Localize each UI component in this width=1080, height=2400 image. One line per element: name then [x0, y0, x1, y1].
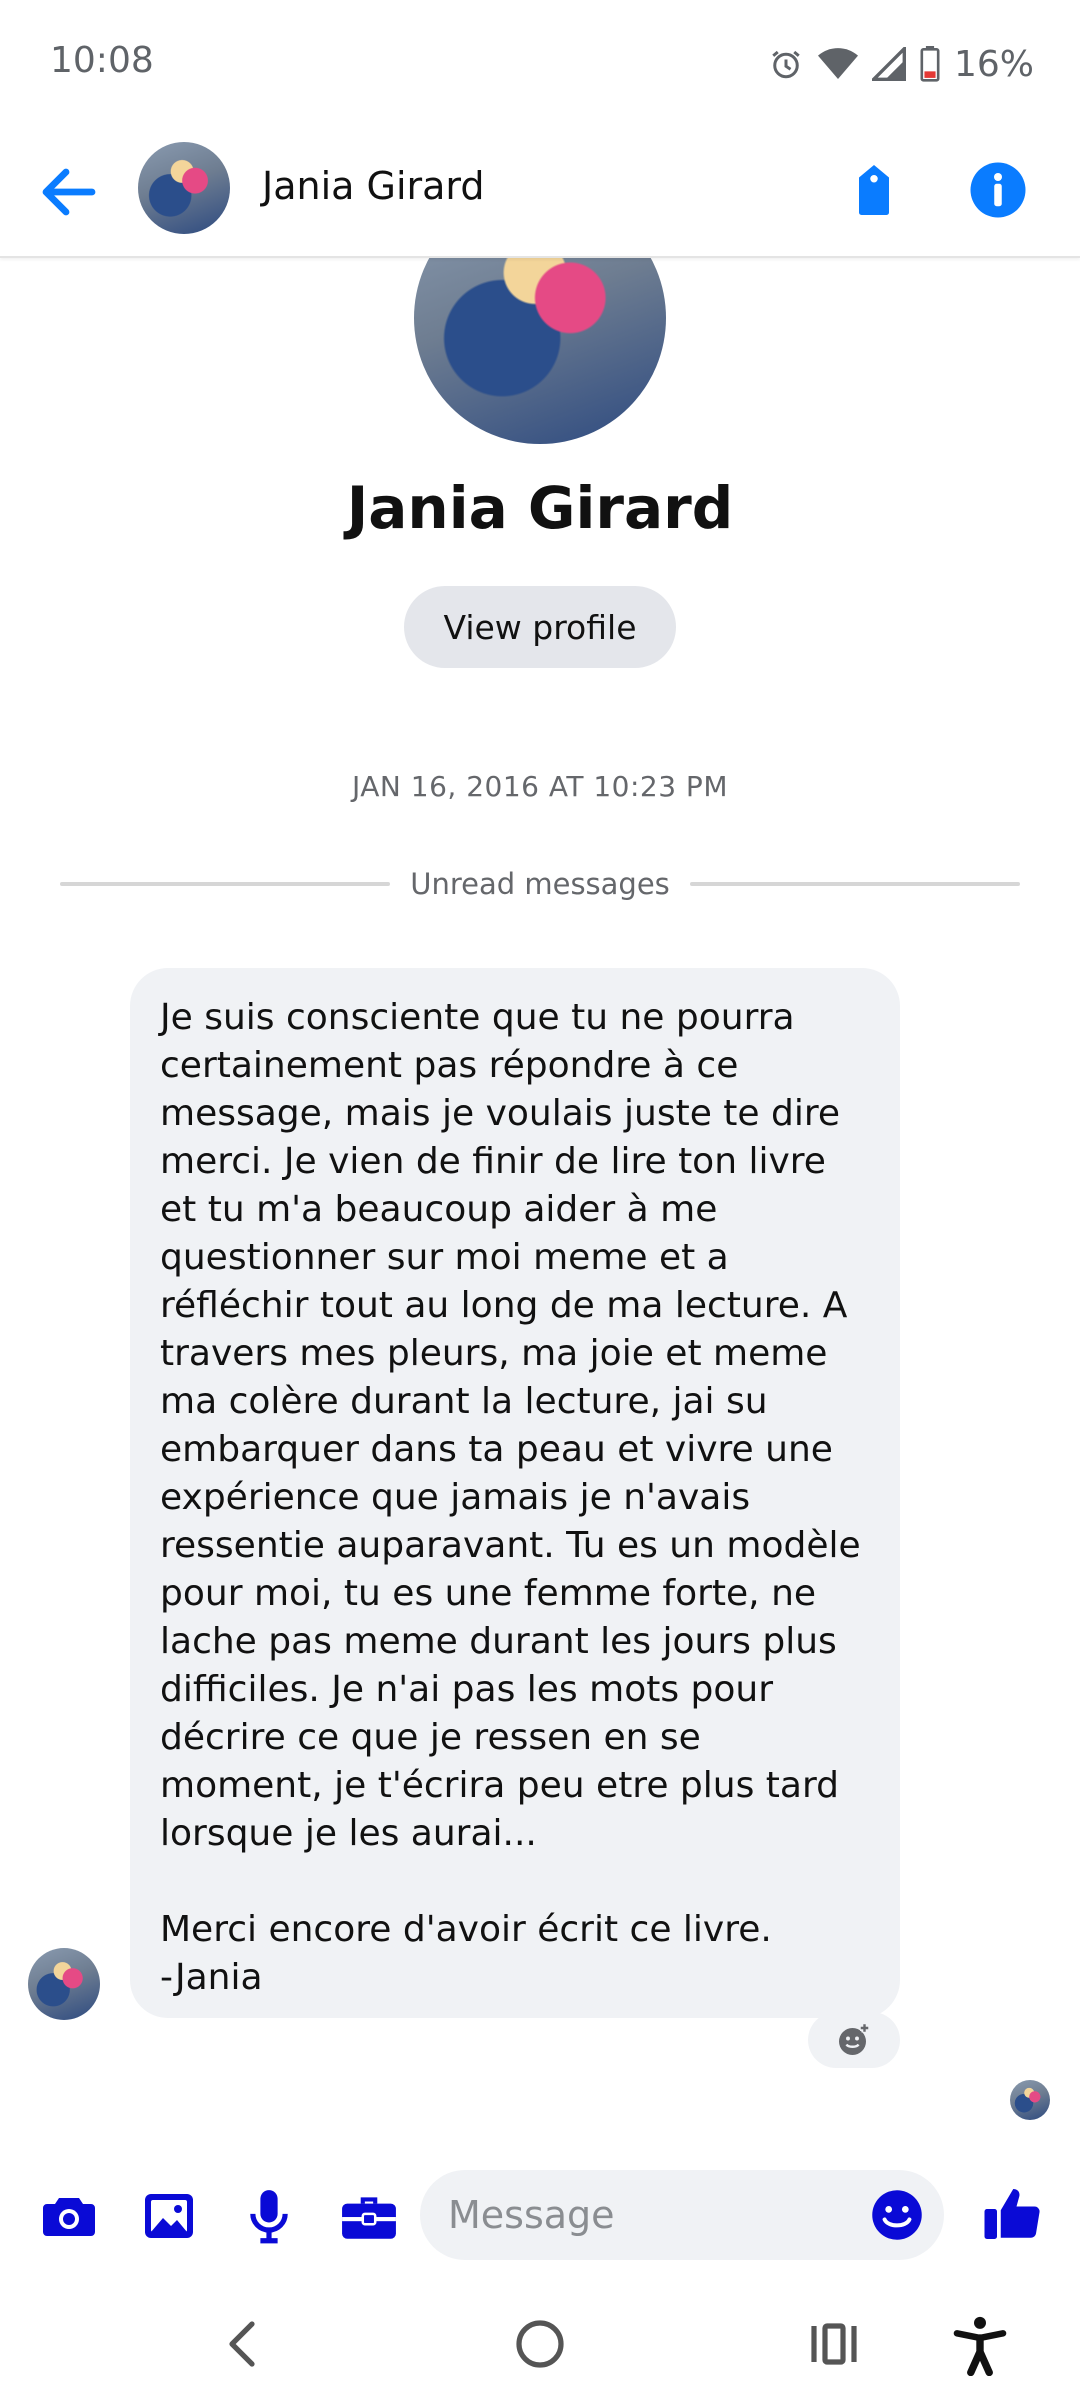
message-composer — [0, 2166, 1080, 2266]
thumbs-up-icon — [984, 2189, 1040, 2239]
message-bubble[interactable]: Je suis consciente que tu ne pourra cert… — [130, 968, 900, 2018]
nav-recents-button[interactable] — [808, 2316, 860, 2376]
add-reaction-icon — [839, 2023, 869, 2055]
message-timestamp: JAN 16, 2016 AT 10:23 PM — [352, 770, 728, 803]
conversation-header: Jania Girard — [0, 128, 1080, 258]
chevron-left-icon — [229, 2321, 255, 2367]
alarm-icon — [768, 46, 804, 82]
nav-back-button[interactable] — [220, 2316, 268, 2376]
system-navigation-bar — [0, 2290, 1080, 2400]
camera-icon — [43, 2198, 95, 2236]
recents-icon — [811, 2323, 857, 2365]
nav-home-button[interactable] — [514, 2316, 566, 2376]
emoji-button[interactable] — [870, 2188, 924, 2246]
gallery-icon — [145, 2194, 193, 2238]
view-profile-button[interactable]: View profile — [404, 586, 676, 668]
battery-percent: 16% — [953, 43, 1034, 85]
header-contact-name[interactable]: Jania Girard — [262, 164, 485, 208]
divider-line — [689, 882, 1021, 886]
tag-button[interactable] — [844, 160, 904, 224]
unread-label: Unread messages — [410, 867, 670, 901]
accessibility-icon — [953, 2316, 1007, 2377]
camera-button[interactable] — [38, 2186, 100, 2246]
add-reaction-button[interactable] — [808, 2012, 900, 2068]
accessibility-button[interactable] — [952, 2316, 1008, 2380]
apps-button[interactable] — [338, 2186, 400, 2246]
back-button[interactable] — [36, 162, 100, 222]
info-icon — [970, 162, 1026, 218]
status-bar: 10:08 16% — [0, 0, 1080, 128]
profile-name: Jania Girard — [346, 474, 734, 542]
signal-icon — [871, 47, 906, 81]
header-actions — [844, 160, 1028, 224]
wifi-icon — [817, 46, 858, 82]
tag-icon — [859, 165, 889, 215]
emoji-icon — [872, 2190, 922, 2240]
battery-low-icon — [920, 46, 940, 82]
message-input[interactable] — [420, 2170, 944, 2260]
home-circle-icon — [516, 2320, 564, 2368]
status-time: 10:08 — [50, 40, 154, 81]
divider-line — [60, 882, 391, 886]
sender-avatar[interactable] — [28, 1948, 100, 2020]
like-button[interactable] — [982, 2184, 1042, 2248]
unread-divider: Unread messages — [60, 864, 1021, 904]
gallery-button[interactable] — [138, 2186, 200, 2246]
voice-button[interactable] — [238, 2186, 300, 2246]
briefcase-icon — [342, 2197, 396, 2239]
info-button[interactable] — [968, 160, 1028, 224]
status-icons: 16% — [768, 40, 1034, 88]
header-avatar[interactable] — [138, 142, 230, 234]
back-arrow-icon — [42, 168, 96, 216]
seen-indicator-avatar — [1010, 2080, 1050, 2120]
microphone-icon — [250, 2190, 288, 2244]
